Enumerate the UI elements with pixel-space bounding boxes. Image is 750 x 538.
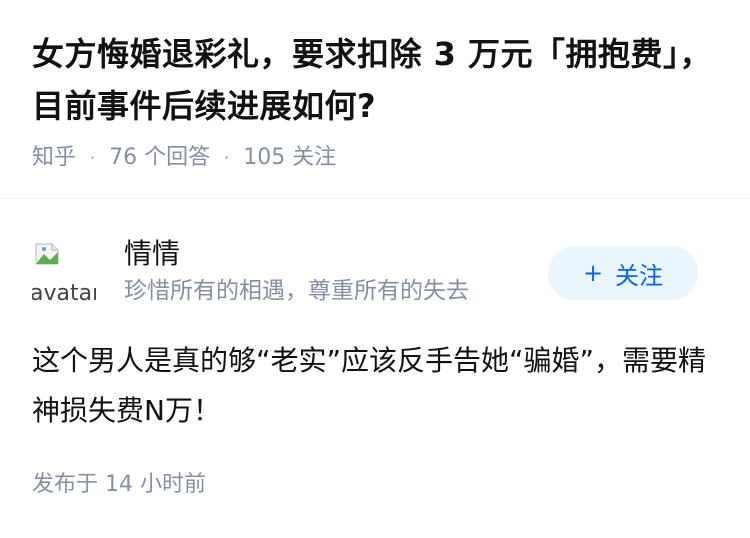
meta-separator: ·	[224, 148, 230, 167]
question-meta: 知乎 · 76 个回答 · 105 关注	[32, 144, 722, 172]
question-header: 女方悔婚退彩礼，要求扣除 3 万元「拥抱费」，目前事件后续进展如何? 知乎 · …	[32, 28, 722, 172]
author-card: avatar 情情 珍惜所有的相遇，尊重所有的失去 + 关注	[32, 237, 718, 310]
follow-button[interactable]: + 关注	[548, 246, 698, 300]
source-label[interactable]: 知乎	[32, 144, 76, 172]
avatar[interactable]: avatar	[32, 240, 96, 304]
author-bio: 珍惜所有的相遇，尊重所有的失去	[124, 278, 469, 304]
follow-button-label: 关注	[615, 261, 664, 290]
question-title[interactable]: 女方悔婚退彩礼，要求扣除 3 万元「拥抱费」，目前事件后续进展如何?	[32, 28, 722, 132]
broken-image-icon: avatar	[32, 243, 96, 304]
plus-icon: +	[582, 259, 604, 287]
author-name[interactable]: 情情	[124, 236, 469, 272]
author-info: 情情 珍惜所有的相遇，尊重所有的失去	[124, 236, 469, 308]
meta-separator: ·	[90, 148, 96, 167]
section-divider	[0, 198, 750, 199]
avatar-alt-text: avatar	[32, 281, 96, 304]
answer-content[interactable]: 这个男人是真的够“老实”应该反手告她“骗婚”，需要精神损失费N万！	[32, 336, 722, 436]
follower-count: 105 关注	[243, 145, 337, 170]
answer-count[interactable]: 76 个回答	[109, 144, 210, 172]
answer-publish-time: 发布于 14 小时前	[32, 472, 206, 497]
